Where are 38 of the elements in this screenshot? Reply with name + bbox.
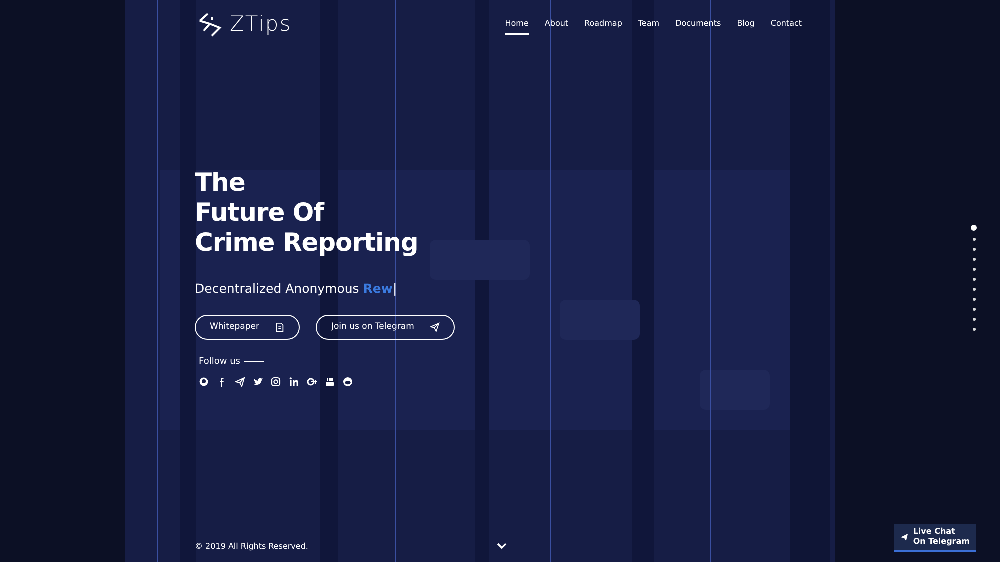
nav-link-item[interactable]: About (544, 15, 569, 35)
chevron-down-icon[interactable] (496, 542, 508, 550)
telegram-button[interactable]: Join us on Telegram (316, 314, 456, 340)
hero-subtitle: Decentralized Anonymous Rew| (195, 281, 398, 296)
section-dot[interactable] (972, 318, 976, 321)
section-dot[interactable] (972, 278, 976, 281)
section-dot[interactable] (972, 268, 976, 271)
whitepaper-button[interactable]: Whitepaper (195, 314, 300, 340)
copyright-text: © 2019 All Rights Reserved. (195, 541, 308, 553)
telegram-icon[interactable] (235, 377, 245, 387)
nav-link-item[interactable]: Roadmap (584, 15, 622, 35)
nav-link-item[interactable]: Documents (676, 15, 722, 35)
section-dot[interactable] (972, 328, 976, 331)
nav-link-item[interactable]: Team (638, 15, 660, 35)
nav-link-item[interactable]: Home (505, 15, 529, 35)
document-icon (275, 322, 286, 333)
hero-title-line: Crime Reporting (195, 228, 418, 258)
nav-link-item[interactable]: Contact (770, 15, 802, 35)
follow-label: Follow us (199, 356, 240, 366)
twitter-icon[interactable] (253, 377, 263, 387)
hero-title-line: Future Of (195, 198, 324, 228)
section-dot[interactable] (972, 238, 976, 241)
instagram-icon[interactable] (271, 377, 281, 387)
section-dot[interactable] (972, 258, 976, 261)
live-chat-button[interactable]: Live Chat On Telegram (894, 524, 976, 552)
section-dot[interactable] (972, 308, 976, 311)
nav-link-item[interactable]: Blog (737, 15, 755, 35)
brand-name[interactable]: ZTips (230, 9, 292, 41)
linkedin-icon[interactable] (289, 377, 299, 387)
section-dot[interactable] (972, 248, 976, 251)
google-plus-icon[interactable] (307, 377, 317, 387)
hero-title-line: The (195, 168, 246, 198)
section-dot[interactable] (972, 298, 976, 301)
paper-plane-icon (430, 322, 440, 333)
logo-icon (198, 12, 222, 38)
facebook-icon[interactable] (217, 377, 227, 387)
paper-plane-icon (900, 532, 910, 542)
section-dot[interactable] (972, 288, 976, 291)
